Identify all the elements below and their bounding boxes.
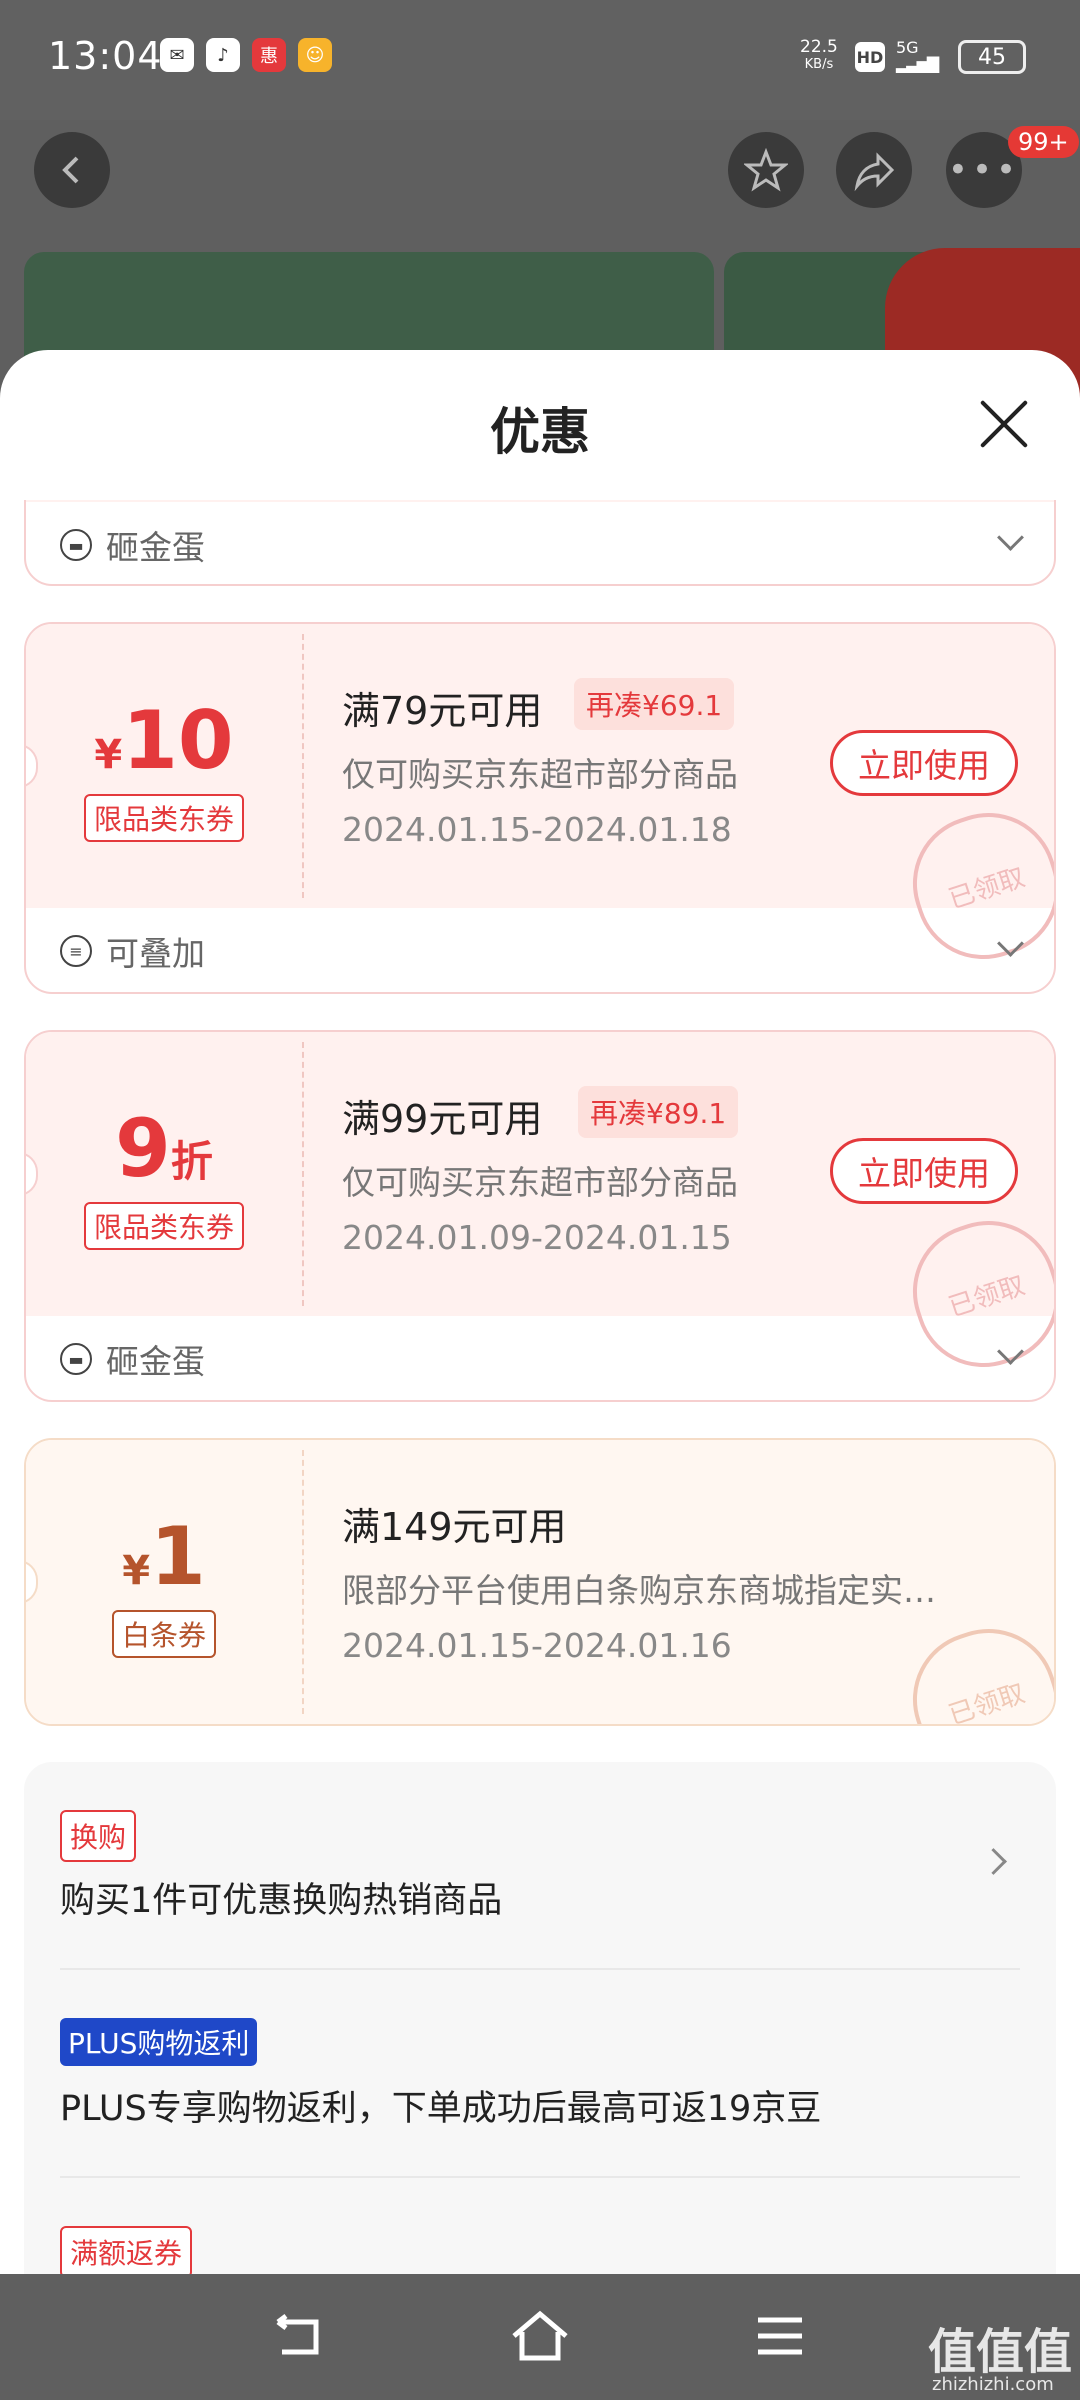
coupon-type: 限品类东券 bbox=[83, 1202, 244, 1250]
coupon-footer-label: 可叠加 bbox=[106, 934, 205, 973]
gold-egg-icon: ▬ bbox=[60, 1343, 92, 1375]
coupon-card: ¥10 限品类东券 满79元可用 再凑¥69.1 仅可购买京东超市部分商品 20… bbox=[24, 622, 1056, 994]
promo-tag: PLUS购物返利 bbox=[60, 2018, 258, 2066]
coupon-gap-amount: 再凑¥89.1 bbox=[578, 1086, 739, 1138]
coupon-list[interactable]: ▬ 砸金蛋 ¥10 限品类东券 满79元可用 再凑¥69.1 仅可购买京东超市部… bbox=[0, 500, 1080, 2274]
music-app-icon: ♪ bbox=[206, 38, 240, 72]
coupon-amount: 9折 bbox=[115, 1102, 213, 1195]
coupon-card: 9折 限品类东券 满99元可用 再凑¥89.1 仅可购买京东超市部分商品 202… bbox=[24, 1030, 1056, 1402]
coupon-type: 白条券 bbox=[111, 1610, 216, 1658]
promo-tag: 满额返券 bbox=[60, 2226, 193, 2274]
gold-egg-icon: ▬ bbox=[60, 529, 92, 561]
chevron-down-icon bbox=[997, 524, 1024, 551]
watermark-logo: 值值值 bbox=[928, 2324, 1073, 2380]
promo-text: PLUS专享购物返利，下单成功后最高可返19京豆 bbox=[60, 2089, 822, 2129]
system-nav-bar: 值值值 zhizhizhi.com bbox=[0, 2274, 1080, 2400]
coupon-amount: ¥10 bbox=[94, 694, 234, 787]
favorite-button[interactable] bbox=[728, 132, 804, 208]
discount-sheet: 优惠 ▬ 砸金蛋 ¥10 限品类东券 满79元可用 再凑¥69.1 仅可购买京东… bbox=[0, 350, 1080, 2274]
coupon-date: 2024.01.15-2024.01.16 bbox=[342, 1626, 732, 1665]
share-button[interactable] bbox=[836, 132, 912, 208]
coupon-condition: 满99元可用 bbox=[342, 1097, 543, 1141]
watermark-url: zhizhizhi.com bbox=[932, 2374, 1054, 2395]
use-now-button[interactable]: 立即使用 bbox=[830, 1138, 1018, 1204]
coupon-date: 2024.01.15-2024.01.18 bbox=[342, 810, 732, 849]
clock: 13:04 bbox=[48, 34, 163, 78]
promo-tag: 换购 bbox=[60, 1810, 137, 1862]
shop-app-icon: 惠 bbox=[252, 38, 286, 72]
chevron-down-icon bbox=[997, 1338, 1024, 1365]
close-button[interactable] bbox=[978, 398, 1030, 450]
coupon-card-partial: ▬ 砸金蛋 bbox=[24, 500, 1056, 586]
back-button[interactable] bbox=[34, 132, 110, 208]
share-icon bbox=[854, 152, 895, 192]
hd-icon: HD bbox=[855, 42, 885, 72]
promotion-list: 换购 购买1件可优惠换购热销商品 PLUS购物返利 PLUS专享购物返利，下单成… bbox=[24, 1762, 1056, 2274]
sheet-title: 优惠 bbox=[490, 403, 590, 461]
coupon-description: 限部分平台使用白条购京东商城指定实… bbox=[342, 1571, 936, 1610]
coupon-date: 2024.01.09-2024.01.15 bbox=[342, 1218, 732, 1257]
menu-nav-icon bbox=[758, 2317, 802, 2355]
coupon-amount: ¥1 bbox=[122, 1510, 206, 1603]
coupon-card: ¥1 白条券 满149元可用 限部分平台使用白条购京东商城指定实… 2024.0… bbox=[24, 1438, 1056, 1726]
message-app-icon: ✉ bbox=[160, 38, 194, 72]
battery-icon: 45 bbox=[958, 40, 1026, 74]
signal-icon: 5G ▂▃▅▇ bbox=[896, 38, 939, 73]
more-dots-icon: ••• bbox=[947, 150, 1021, 190]
coupon-gap-amount: 再凑¥69.1 bbox=[574, 678, 735, 730]
use-now-button[interactable]: 立即使用 bbox=[830, 730, 1018, 796]
coupon-footer[interactable]: ▬ 砸金蛋 bbox=[26, 1318, 1054, 1400]
status-bar: 13:04 ✉ ♪ 惠 ☺ 22.5 KB/s HD 5G ▂▃▅▇ 45 bbox=[0, 0, 1080, 120]
game-app-icon: ☺ bbox=[298, 38, 332, 72]
star-icon bbox=[744, 148, 788, 192]
coupon-footer-label: 砸金蛋 bbox=[106, 1342, 205, 1381]
coupon-condition: 满79元可用 bbox=[342, 689, 543, 733]
back-nav-icon bbox=[276, 2314, 319, 2355]
coupon-footer[interactable]: ▬ 砸金蛋 bbox=[26, 504, 1054, 584]
chevron-down-icon bbox=[997, 930, 1024, 957]
more-badge: 99+ bbox=[1008, 126, 1079, 158]
coupon-footer[interactable]: ≡ 可叠加 bbox=[26, 910, 1054, 992]
coupon-footer-label: 砸金蛋 bbox=[106, 528, 205, 567]
stack-icon: ≡ bbox=[60, 935, 92, 967]
coupon-condition: 满149元可用 bbox=[342, 1505, 567, 1549]
promo-text[interactable]: 购买1件可优惠换购热销商品 bbox=[60, 1872, 502, 1923]
net-speed: 22.5 KB/s bbox=[800, 37, 838, 72]
home-nav-icon bbox=[512, 2310, 568, 2361]
coupon-type: 限品类东券 bbox=[83, 794, 244, 842]
chevron-right-icon[interactable] bbox=[980, 1848, 1007, 1875]
back-arrow-icon bbox=[62, 156, 79, 184]
